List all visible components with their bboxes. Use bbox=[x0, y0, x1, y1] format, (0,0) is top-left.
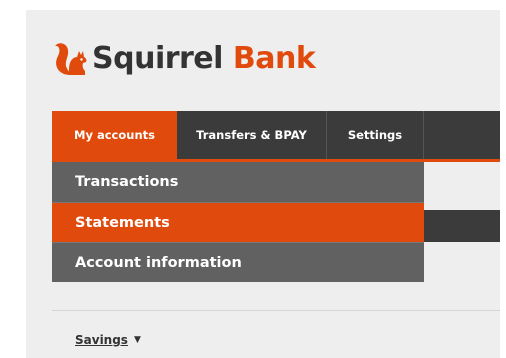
tab-my-accounts[interactable]: My accounts bbox=[52, 111, 177, 159]
brand-logo[interactable]: Squirrel Bank bbox=[52, 34, 316, 84]
tab-settings[interactable]: Settings bbox=[327, 111, 424, 159]
menu-item-label: Transactions bbox=[75, 174, 179, 190]
tab-label: My accounts bbox=[74, 128, 155, 142]
accounts-dropdown-menu: Transactions Statements Account informat… bbox=[52, 162, 424, 282]
menu-item-transactions[interactable]: Transactions bbox=[52, 162, 424, 202]
content-divider bbox=[52, 310, 500, 311]
brand-name: Squirrel Bank bbox=[92, 41, 316, 76]
menu-item-label: Statements bbox=[75, 214, 170, 231]
squirrel-icon bbox=[55, 43, 87, 75]
tab-label: Settings bbox=[347, 128, 403, 142]
menu-item-label: Account information bbox=[75, 254, 242, 271]
account-selector[interactable]: Savings ▼ bbox=[75, 333, 141, 347]
menu-item-statements[interactable]: Statements bbox=[52, 202, 424, 242]
brand-name-part1: Squirrel bbox=[92, 41, 223, 76]
menu-item-account-information[interactable]: Account information bbox=[52, 242, 424, 282]
tab-transfers-bpay[interactable]: Transfers & BPAY bbox=[177, 111, 327, 159]
tab-label: Transfers & BPAY bbox=[196, 128, 307, 142]
brand-name-part2: Bank bbox=[232, 41, 316, 76]
account-selector-label: Savings bbox=[75, 333, 128, 347]
caret-down-icon: ▼ bbox=[133, 335, 141, 345]
